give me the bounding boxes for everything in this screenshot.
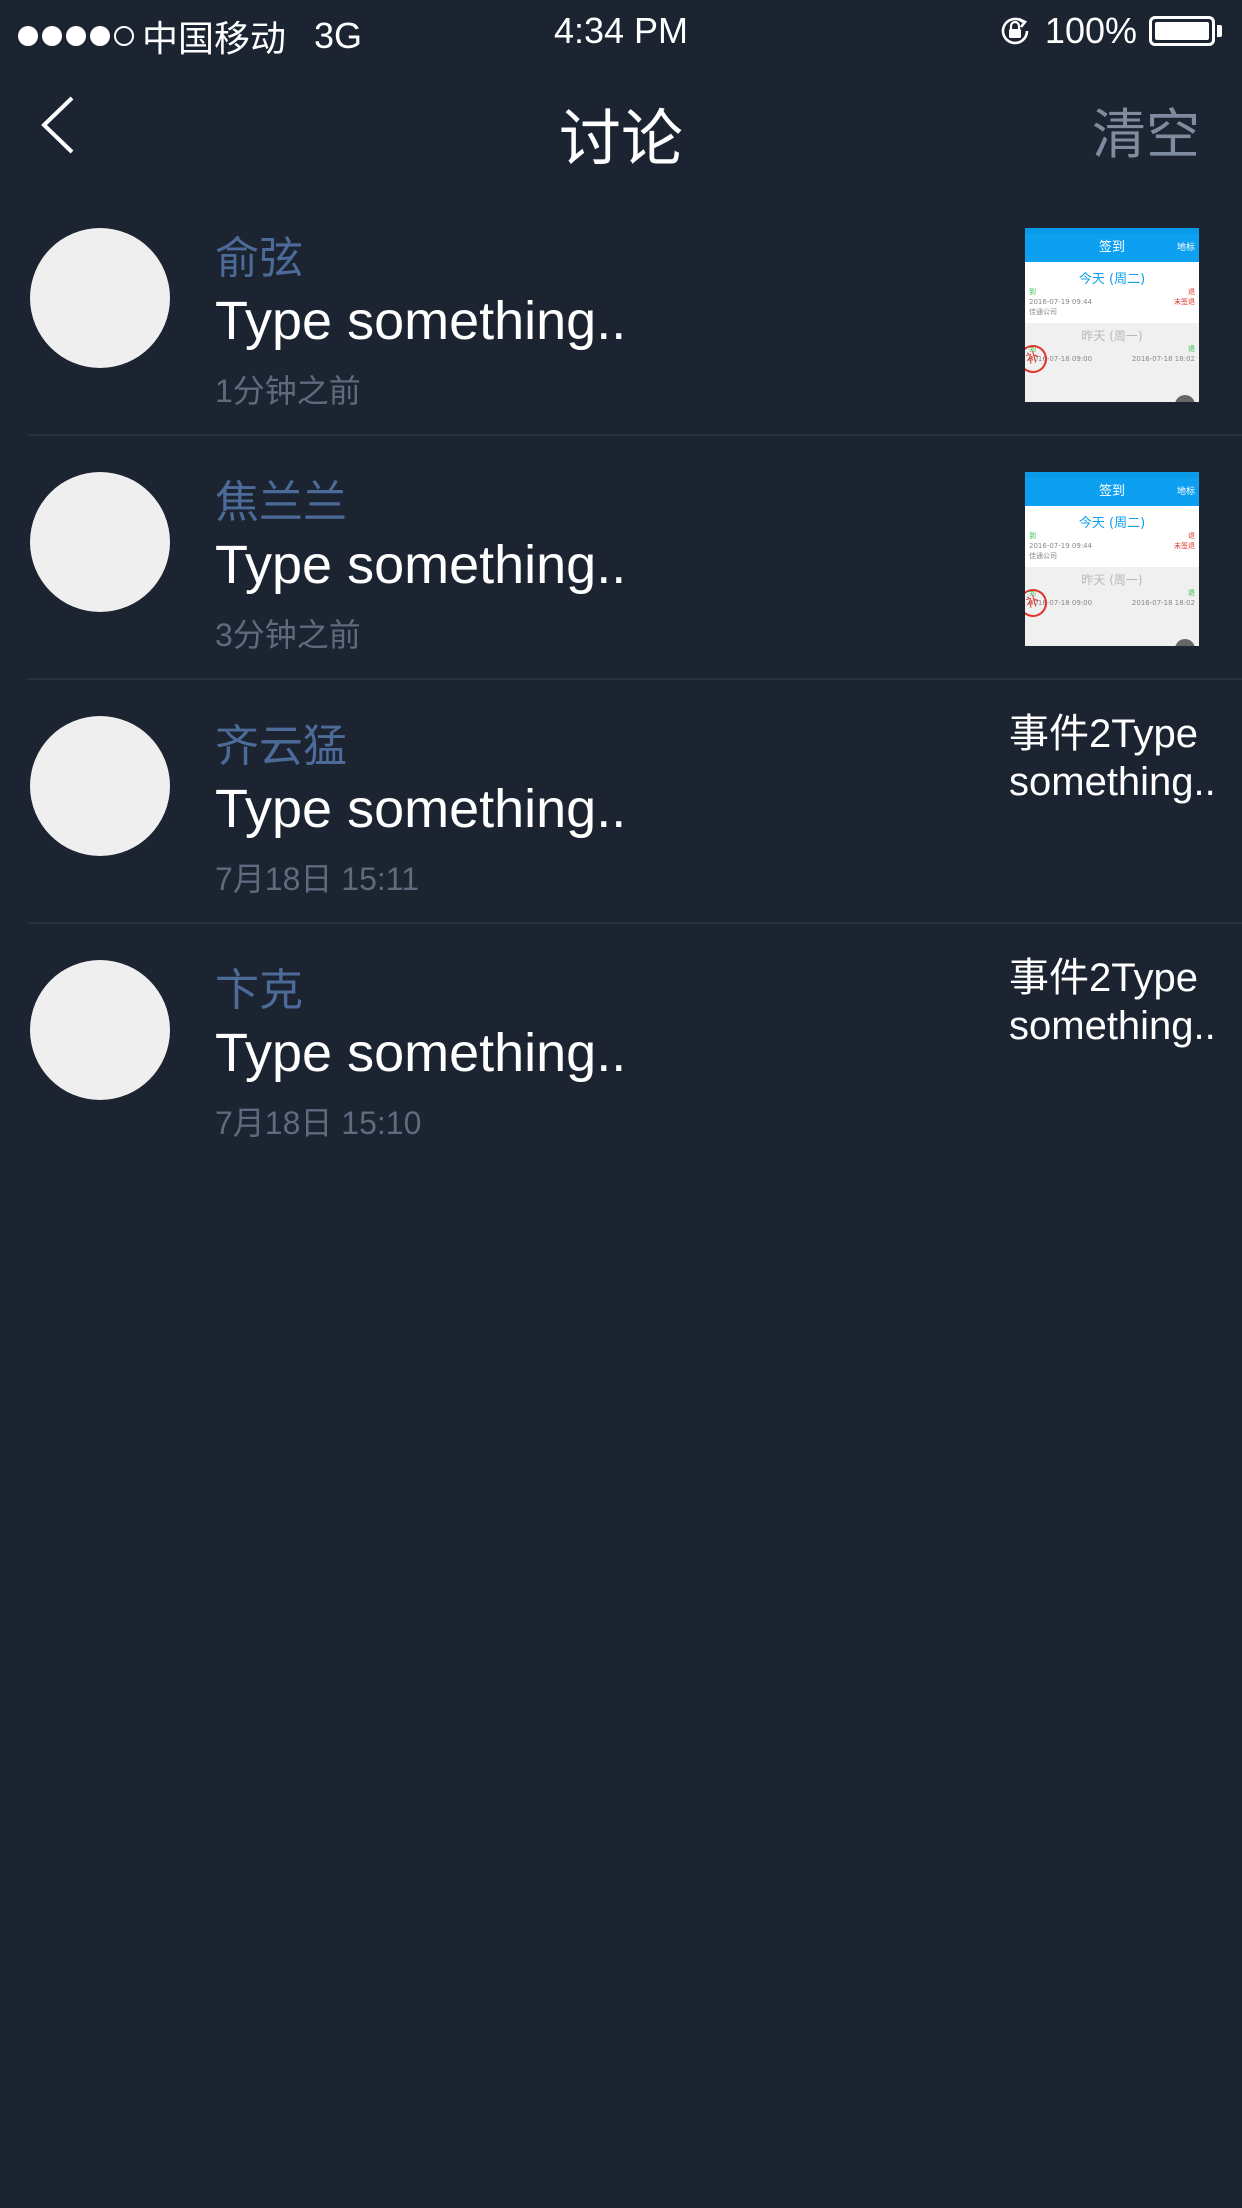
thumbnail-fab-icon — [1175, 639, 1195, 646]
context-line: 事件2Type — [1009, 956, 1198, 1000]
thumbnail-checkin: 到 — [1029, 532, 1036, 540]
thumbnail-yesterday-label: 昨天 (周一) — [1081, 573, 1143, 587]
thumbnail-row: 2016-07-19 09:44 未签退 — [1025, 541, 1199, 551]
thumbnail-row: 佳通公司 — [1025, 307, 1199, 317]
status-bar: 中国移动 3G 4:34 PM 100% — [0, 0, 1242, 60]
attachment-thumbnail[interactable]: 签到 地标 今天 (周二) 到 退 2016-07-19 09:44 未签退 佳… — [1025, 472, 1199, 646]
thumbnail-checkout: 退 — [1188, 345, 1195, 353]
thumbnail-company: 佳通公司 — [1029, 308, 1057, 316]
context-line: something.. — [1009, 1004, 1216, 1048]
thumbnail-row: 佳通公司 — [1025, 551, 1199, 561]
avatar[interactable] — [30, 228, 170, 368]
message-time: 7月18日 15:10 — [215, 1105, 422, 1141]
thumbnail-row: 2016-07-18 09:00 2016-07-18 18:02 — [1025, 598, 1199, 608]
list-item[interactable]: 俞弦 Type something.. 1分钟之前 签到 地标 今天 (周二) … — [27, 192, 1242, 436]
avatar[interactable] — [30, 472, 170, 612]
message-text: Type something.. — [215, 291, 627, 351]
thumbnail-company: 佳通公司 — [1029, 552, 1057, 560]
avatar[interactable] — [30, 960, 170, 1100]
list-item[interactable]: 焦兰兰 Type something.. 3分钟之前 签到 地标 今天 (周二)… — [27, 436, 1242, 680]
thumbnail-row: 到 退 — [1025, 344, 1199, 354]
clear-button[interactable]: 清空 — [1092, 90, 1200, 169]
thumbnail-row: 2016-07-19 09:44 未签退 — [1025, 297, 1199, 307]
thumbnail-row: 到 退 — [1025, 588, 1199, 598]
context-event-text[interactable]: 事件2Type something.. — [1009, 954, 1239, 1050]
thumbnail-fab-icon — [1175, 395, 1195, 402]
thumbnail-yesterday: 昨天 (周一) 到 退 2016-07-18 09:00 2016-07-18 … — [1025, 567, 1199, 646]
thumbnail-header: 签到 地标 — [1025, 234, 1199, 262]
thumbnail-header: 签到 地标 — [1025, 478, 1199, 506]
discussion-list: 俞弦 Type something.. 1分钟之前 签到 地标 今天 (周二) … — [0, 192, 1242, 1168]
list-item[interactable]: 卞克 Type something.. 7月18日 15:10 事件2Type … — [27, 924, 1242, 1168]
thumbnail-checkout-time: 2016-07-18 18:02 — [1131, 599, 1195, 607]
thumbnail-header-right: 地标 — [1176, 243, 1195, 253]
message-time: 3分钟之前 — [215, 617, 361, 653]
attachment-thumbnail[interactable]: 签到 地标 今天 (周二) 到 退 2016-07-19 09:44 未签退 佳… — [1025, 228, 1199, 402]
orientation-lock-icon — [1001, 17, 1029, 45]
thumbnail-checkin: 到 — [1029, 288, 1036, 296]
thumbnail-yesterday-label: 昨天 (周一) — [1081, 329, 1143, 343]
thumbnail-checkout: 退 — [1188, 288, 1195, 296]
thumbnail-checkin-time: 2016-07-19 09:44 — [1029, 298, 1093, 306]
thumbnail-header-right: 地标 — [1176, 487, 1195, 497]
message-time: 1分钟之前 — [215, 373, 361, 409]
thumbnail-row: 到 退 — [1025, 531, 1199, 541]
thumbnail-today-label: 今天 (周二) — [1078, 516, 1146, 531]
sender-name: 焦兰兰 — [215, 478, 347, 527]
sender-name: 俞弦 — [215, 234, 303, 283]
thumbnail-title: 签到 — [1098, 484, 1125, 499]
battery-fill — [1155, 22, 1209, 40]
sender-name: 齐云猛 — [215, 722, 347, 771]
message-text: Type something.. — [215, 535, 627, 595]
thumbnail-yesterday: 昨天 (周一) 到 退 2016-07-18 09:00 2016-07-18 … — [1025, 323, 1199, 402]
context-line: 事件2Type — [1009, 712, 1198, 756]
thumbnail-title: 签到 — [1098, 240, 1125, 255]
thumbnail-checkout-time: 2016-07-18 18:02 — [1131, 355, 1195, 363]
status-right: 100% — [997, 10, 1222, 52]
page-title: 讨论 — [558, 105, 683, 174]
message-text: Type something.. — [215, 779, 627, 839]
sender-name: 卞克 — [215, 966, 303, 1015]
message-text: Type something.. — [215, 1023, 627, 1083]
battery-tip — [1217, 25, 1222, 37]
thumbnail-checkout: 退 — [1188, 589, 1195, 597]
thumbnail-checkin-time: 2016-07-19 09:44 — [1029, 542, 1093, 550]
thumbnail-row: 2016-07-18 09:00 2016-07-18 18:02 — [1025, 354, 1199, 364]
avatar[interactable] — [30, 716, 170, 856]
context-event-text[interactable]: 事件2Type something.. — [1009, 710, 1239, 806]
message-time: 7月18日 15:11 — [215, 861, 419, 897]
thumbnail-today-label: 今天 (周二) — [1078, 272, 1146, 287]
thumbnail-checkout: 退 — [1188, 532, 1195, 540]
thumbnail-checkout-status: 未签退 — [1174, 298, 1195, 306]
thumbnail-row: 到 退 — [1025, 287, 1199, 297]
nav-bar: 讨论 清空 — [0, 60, 1242, 190]
thumbnail-checkout-status: 未签退 — [1174, 542, 1195, 550]
battery-percent: 100% — [1044, 10, 1137, 51]
list-item[interactable]: 齐云猛 Type something.. 7月18日 15:11 事件2Type… — [27, 680, 1242, 924]
battery-icon — [1149, 16, 1215, 46]
context-line: something.. — [1009, 760, 1216, 804]
